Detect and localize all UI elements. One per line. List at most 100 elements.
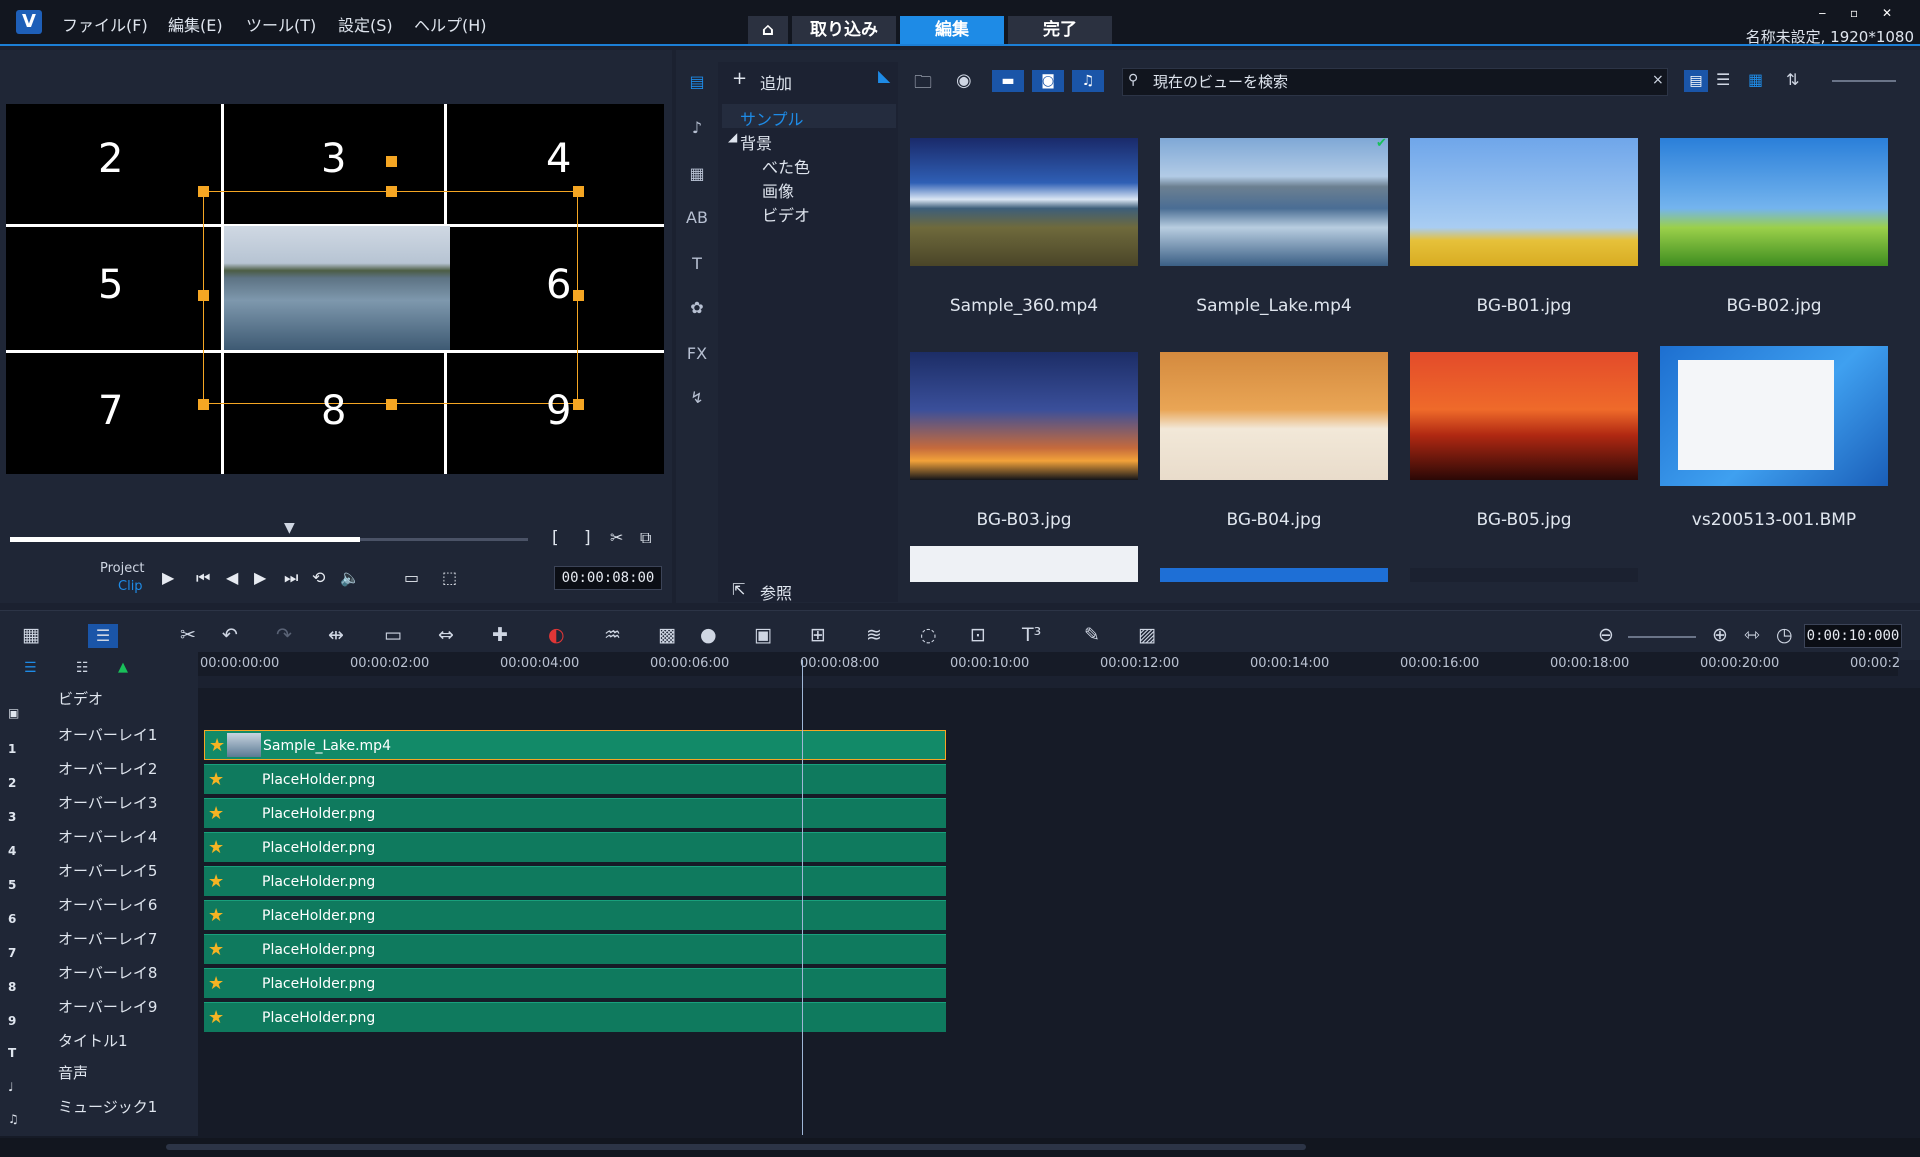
media-thumb[interactable] — [1410, 138, 1638, 266]
title-ab-icon[interactable]: AB — [686, 208, 708, 230]
split-icon[interactable]: ⇔ — [438, 624, 454, 646]
graphics-icon[interactable]: ✿ — [686, 298, 708, 320]
tools-icon[interactable]: ✂ — [180, 624, 196, 646]
window-controls[interactable]: ‒ ▫ ✕ — [1819, 6, 1902, 20]
fit-project-icon[interactable]: ⇿ — [1744, 624, 1760, 646]
menu-edit[interactable]: 編集(E) — [168, 12, 223, 36]
pin-icon[interactable]: ◣ — [878, 66, 890, 85]
library-search-input[interactable]: 現在のビューを検索 — [1122, 68, 1668, 96]
timeline-clip-video[interactable]: ★ Sample_Lake.mp4 — [204, 730, 946, 760]
insert-icon[interactable]: ▲ — [118, 660, 128, 675]
resize-handle[interactable] — [198, 290, 209, 301]
media-thumb[interactable] — [1410, 568, 1638, 582]
undo-icon[interactable]: ↶ — [222, 624, 238, 646]
scroll-thumb[interactable] — [166, 1144, 1306, 1150]
painting-icon[interactable]: ✎ — [1084, 624, 1100, 646]
path-icon[interactable]: ↯ — [686, 388, 708, 410]
browse-button[interactable]: 参照 — [760, 580, 792, 604]
timeline-scrollbar[interactable] — [0, 1138, 1920, 1157]
tab-capture[interactable]: 取り込み — [792, 16, 896, 44]
timeline-clip-overlay[interactable]: ★ PlaceHolder.png — [204, 1002, 946, 1032]
split-clip-icon[interactable]: ✂ — [610, 528, 623, 547]
media-thumb[interactable] — [1660, 138, 1888, 266]
selection-box[interactable] — [203, 191, 578, 404]
home-button[interactable]: ⌂ — [748, 16, 788, 44]
resize-handle[interactable] — [573, 290, 584, 301]
menu-file[interactable]: ファイル(F) — [62, 12, 148, 36]
record-screen-icon[interactable]: ▭ — [384, 624, 402, 646]
clear-search-icon[interactable]: × — [1652, 72, 1664, 88]
mode-project[interactable]: Project — [100, 561, 144, 576]
timeline-clip-overlay[interactable]: ★ PlaceHolder.png — [204, 832, 946, 862]
add-icon[interactable]: + — [732, 68, 747, 89]
mark-out-icon[interactable]: ] — [584, 528, 591, 548]
media-thumb[interactable] — [1660, 346, 1888, 486]
pan-zoom-icon[interactable]: ⊡ — [970, 624, 986, 646]
subtitle-icon[interactable]: ▣ — [754, 624, 772, 646]
media-thumb[interactable] — [1410, 352, 1638, 480]
tree-item-image[interactable]: 画像 — [762, 178, 794, 202]
redo-icon[interactable]: ↷ — [276, 624, 292, 646]
transition-icon[interactable]: ▦ — [686, 164, 708, 186]
track-manager-icon[interactable]: ☰ — [24, 660, 37, 676]
sort-icon[interactable]: ⇅ — [1786, 70, 1799, 89]
rotate-handle[interactable] — [386, 156, 397, 167]
resize-handle[interactable] — [573, 186, 584, 197]
show-video-icon[interactable]: ▬ — [992, 70, 1024, 92]
storyboard-view-icon[interactable]: ▦ — [22, 624, 40, 646]
motion-track-icon[interactable]: ≋ — [866, 624, 882, 646]
view-thumb-icon[interactable]: ▤ — [1684, 70, 1708, 92]
timeline-clip-overlay[interactable]: ★ PlaceHolder.png — [204, 866, 946, 896]
play-icon[interactable]: ▶ — [162, 568, 174, 587]
preview-timecode[interactable]: 00:00:08:00 — [554, 566, 662, 590]
expand-arrow-icon[interactable]: ◢ — [728, 130, 737, 144]
3d-title-icon[interactable]: T³ — [1022, 624, 1041, 646]
next-frame-icon[interactable]: ▶ — [254, 568, 266, 587]
fx-icon[interactable]: FX — [686, 344, 708, 366]
resize-handle[interactable] — [386, 399, 397, 410]
tab-edit[interactable]: 編集 — [900, 16, 1004, 44]
mark-in-icon[interactable]: [ — [552, 528, 559, 548]
scrub-range[interactable] — [10, 537, 360, 542]
split-screen-icon[interactable]: ⊞ — [810, 624, 826, 646]
fit-icon[interactable]: ⇹ — [328, 624, 344, 646]
view-list-icon[interactable]: ☰ — [1716, 70, 1730, 89]
media-thumb[interactable] — [910, 546, 1138, 582]
timeline-clip-overlay[interactable]: ★ PlaceHolder.png — [204, 968, 946, 998]
preview-screen[interactable]: 2 3 4 5 6 7 8 9 — [6, 104, 664, 474]
enlarge-preview-icon[interactable]: ⧉ — [640, 528, 651, 548]
thumb-size-slider[interactable] — [1832, 80, 1896, 82]
timeline-clip-overlay[interactable]: ★ PlaceHolder.png — [204, 900, 946, 930]
import-folder-icon[interactable]: 🗀 — [914, 70, 932, 100]
aspect-icon[interactable]: ▭ — [404, 568, 419, 587]
view-grid-icon[interactable]: ▦ — [1748, 70, 1763, 89]
timeline-clip-overlay[interactable]: ★ PlaceHolder.png — [204, 764, 946, 794]
menu-tools[interactable]: ツール(T) — [246, 12, 316, 36]
zoom-out-icon[interactable]: ⊖ — [1598, 624, 1614, 646]
multi-camera-icon[interactable]: ▩ — [658, 624, 676, 646]
mask-icon[interactable]: ● — [700, 624, 717, 646]
volume-icon[interactable]: 🔈 — [340, 568, 360, 587]
scrub-thumb-icon[interactable]: ▼ — [284, 520, 295, 536]
tree-item-solid[interactable]: べた色 — [762, 154, 810, 178]
add-folder-button[interactable]: 追加 — [760, 70, 792, 94]
time-remap-icon[interactable]: ◌ — [920, 624, 937, 646]
browse-icon[interactable]: ⇱ — [732, 580, 745, 599]
home-start-icon[interactable]: ⏮ — [196, 568, 210, 588]
prev-frame-icon[interactable]: ◀ — [226, 568, 238, 587]
timeline-ruler[interactable]: 00:00:00:00 00:00:02:00 00:00:04:00 00:0… — [198, 652, 1900, 676]
chapter-icon[interactable]: ☷ — [76, 660, 89, 676]
show-audio-icon[interactable]: ♫ — [1072, 70, 1104, 92]
zoom-in-icon[interactable]: ⊕ — [1712, 624, 1728, 646]
media-thumb[interactable] — [1160, 352, 1388, 480]
menu-help[interactable]: ヘルプ(H) — [414, 12, 487, 36]
mosaic-icon[interactable]: ▨ — [1138, 624, 1156, 646]
playhead[interactable] — [802, 660, 803, 1135]
instant-project-icon[interactable]: ♪ — [686, 118, 708, 140]
tree-item-background[interactable]: 背景 — [740, 130, 772, 154]
tree-item-sample[interactable]: サンプル — [740, 106, 804, 130]
media-thumb[interactable] — [1160, 138, 1388, 266]
resize-handle[interactable] — [198, 186, 209, 197]
media-thumb[interactable] — [910, 138, 1138, 266]
audio-mixer-icon[interactable]: ♒ — [604, 624, 621, 646]
